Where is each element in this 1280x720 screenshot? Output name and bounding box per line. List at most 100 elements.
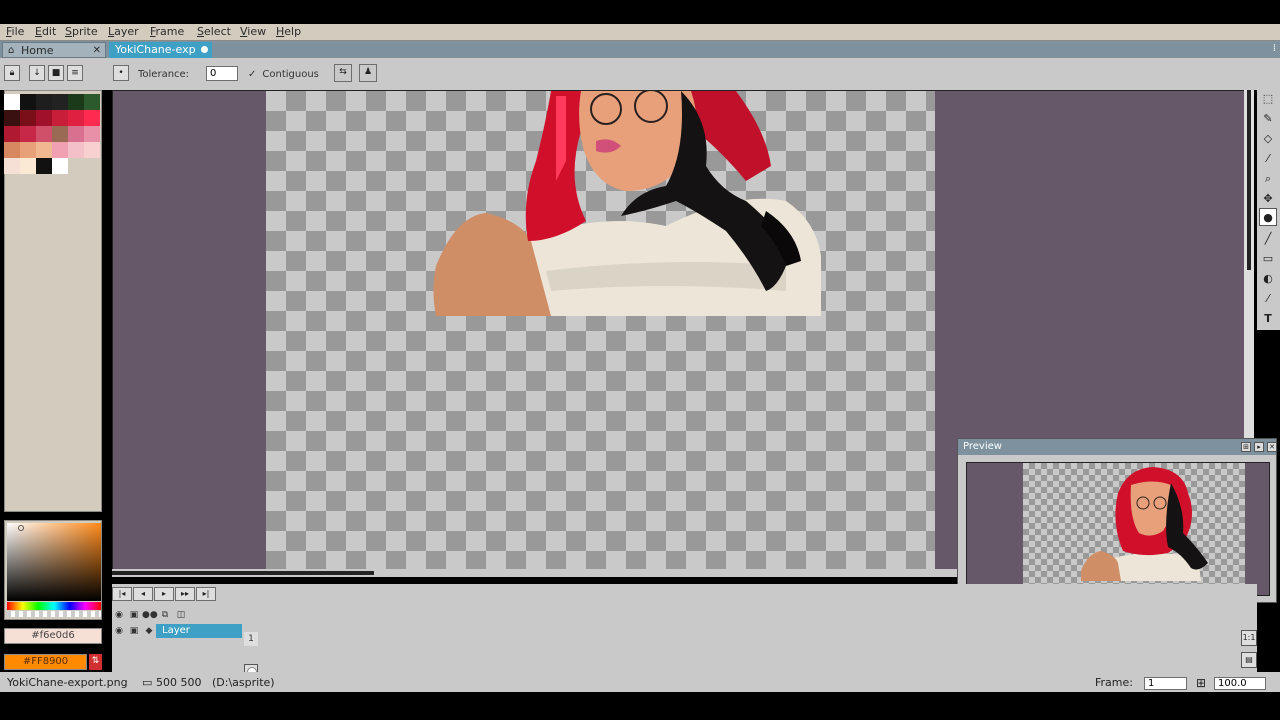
palette-swatch[interactable] <box>84 126 100 142</box>
alpha-slider[interactable] <box>7 611 101 617</box>
eyedropper-icon[interactable]: ⁄ <box>1259 150 1277 168</box>
layer-lock-icon[interactable]: ▣ <box>127 624 141 638</box>
tolerance-input[interactable] <box>206 66 238 81</box>
timeline-settings-icon[interactable]: ▤ <box>1241 652 1257 668</box>
tabs-menu-icon[interactable]: ⁞ <box>1273 43 1276 54</box>
palette-swatch[interactable] <box>4 110 20 126</box>
rectangle-icon[interactable]: ▭ <box>1259 250 1277 268</box>
palette-swatch[interactable] <box>20 126 36 142</box>
list-icon[interactable]: ≡ <box>67 65 83 81</box>
preview-window[interactable]: Preview ⊞ ▸ ✕ <box>957 438 1277 603</box>
hue-slider[interactable] <box>7 602 101 610</box>
palette-swatch[interactable] <box>36 110 52 126</box>
first-frame-icon[interactable]: |◂ <box>112 587 132 601</box>
palette-swatch[interactable] <box>4 94 20 110</box>
play-icon[interactable]: ▸ <box>154 587 174 601</box>
line-icon[interactable]: ╱ <box>1259 230 1277 248</box>
menu-layer[interactable]: Layer <box>108 25 139 38</box>
palette-swatch[interactable] <box>4 126 20 142</box>
palette-swatch[interactable] <box>36 94 52 110</box>
palette-swatch[interactable] <box>4 158 20 174</box>
palette-swatch[interactable] <box>36 158 52 174</box>
horizontal-scroll-thumb[interactable] <box>112 571 374 575</box>
marquee-icon[interactable]: ⬚ <box>1259 90 1277 108</box>
palette-swatch[interactable] <box>20 158 36 174</box>
palette-swatch[interactable] <box>68 94 84 110</box>
palette-swatch[interactable] <box>84 142 100 158</box>
preview-center-icon[interactable]: ⊞ <box>1241 442 1251 452</box>
visibility-icon[interactable]: ◉ <box>112 608 126 622</box>
frame-field[interactable] <box>1144 677 1187 690</box>
tab-home-label: Home <box>21 44 54 57</box>
spray-icon[interactable]: ⁄ <box>1259 290 1277 308</box>
arrow-down-icon[interactable]: ↓ <box>29 65 45 81</box>
new-frame-icon[interactable]: ⊞ <box>1196 676 1206 690</box>
palette-swatch[interactable] <box>52 142 68 158</box>
menu-file[interactable]: File <box>6 25 24 38</box>
brush-point-icon[interactable]: • <box>113 65 129 81</box>
contiguous-toggle[interactable]: ✓ Contiguous <box>248 69 319 80</box>
palette-swatch[interactable] <box>68 126 84 142</box>
close-icon[interactable]: ✕ <box>93 43 101 58</box>
blur-icon[interactable]: ◐ <box>1259 270 1277 288</box>
zoom-icon[interactable]: ⌕ <box>1259 170 1277 188</box>
saturation-value-box[interactable] <box>7 523 101 601</box>
layer-name[interactable]: Layer <box>156 624 242 638</box>
previous-frame-icon[interactable]: ◂ <box>133 587 153 601</box>
frames-icon[interactable]: ◫ <box>174 608 188 622</box>
palette-swatch[interactable] <box>4 142 20 158</box>
menu-view[interactable]: View <box>240 25 266 38</box>
color-picker[interactable] <box>4 520 102 620</box>
tab-home[interactable]: ⌂ Home ✕ <box>2 42 106 58</box>
save-icon[interactable]: ■ <box>48 65 64 81</box>
zoom-field[interactable] <box>1214 677 1266 690</box>
palette-swatch[interactable] <box>84 94 100 110</box>
preview-view[interactable] <box>966 462 1270 596</box>
palette-swatch[interactable] <box>20 94 36 110</box>
sprite-artwork[interactable] <box>266 91 935 316</box>
person-icon[interactable]: ♟ <box>359 64 377 82</box>
link-icon[interactable]: ⧉ <box>158 608 172 622</box>
palette-swatch[interactable] <box>20 142 36 158</box>
sample-options-icon[interactable]: ⇆ <box>334 64 352 82</box>
eraser-icon[interactable]: ◇ <box>1259 130 1277 148</box>
background-color[interactable]: #FF8900 <box>4 654 87 670</box>
preview-play-icon[interactable]: ▸ <box>1254 442 1264 452</box>
foreground-color[interactable]: #f6e0d6 <box>4 628 102 644</box>
menu-help[interactable]: Help <box>276 25 301 38</box>
preview-close-icon[interactable]: ✕ <box>1267 442 1277 452</box>
paint-bucket-icon[interactable]: ● <box>1259 208 1277 226</box>
menu-sprite[interactable]: Sprite <box>65 25 98 38</box>
pencil-icon[interactable]: ✎ <box>1259 110 1277 128</box>
layer-visibility-icon[interactable]: ◉ <box>112 624 126 638</box>
layer-row[interactable]: ◉ ▣ ◆ Layer <box>112 624 258 678</box>
move-icon[interactable]: ✥ <box>1259 190 1277 208</box>
palette-swatch[interactable] <box>68 110 84 126</box>
palette-swatch[interactable] <box>52 110 68 126</box>
lock-icon[interactable]: 🔒︎ <box>4 65 20 81</box>
picker-cursor[interactable] <box>18 525 24 531</box>
layer-continuous-icon[interactable]: ◆ <box>142 624 156 638</box>
menu-frame[interactable]: Frame <box>150 25 184 38</box>
swap-colors-button[interactable]: ⇅ <box>89 654 102 670</box>
palette-swatch[interactable] <box>52 94 68 110</box>
palette-swatch[interactable] <box>52 158 68 174</box>
menu-select[interactable]: Select <box>197 25 231 38</box>
modified-dot-icon[interactable] <box>201 46 208 53</box>
next-frame-icon[interactable]: ▸▸ <box>175 587 195 601</box>
vertical-scroll-thumb[interactable] <box>1247 90 1251 270</box>
last-frame-icon[interactable]: ▸| <box>196 587 216 601</box>
palette-swatch[interactable] <box>36 126 52 142</box>
continuous-icon[interactable]: ●● <box>142 608 158 622</box>
tab-file[interactable]: YokiChane-exp <box>109 42 212 58</box>
palette-swatch[interactable] <box>52 126 68 142</box>
palette-swatch[interactable] <box>36 142 52 158</box>
horizontal-scrollbar[interactable] <box>112 569 957 577</box>
palette-swatch[interactable] <box>20 110 36 126</box>
palette-swatch[interactable] <box>84 110 100 126</box>
palette-swatch[interactable] <box>68 142 84 158</box>
menu-edit[interactable]: Edit <box>35 25 56 38</box>
lock-layer-icon[interactable]: ▣ <box>127 608 141 622</box>
one-to-one-icon[interactable]: 1:1 <box>1241 630 1257 646</box>
text-icon[interactable]: T <box>1259 310 1277 328</box>
